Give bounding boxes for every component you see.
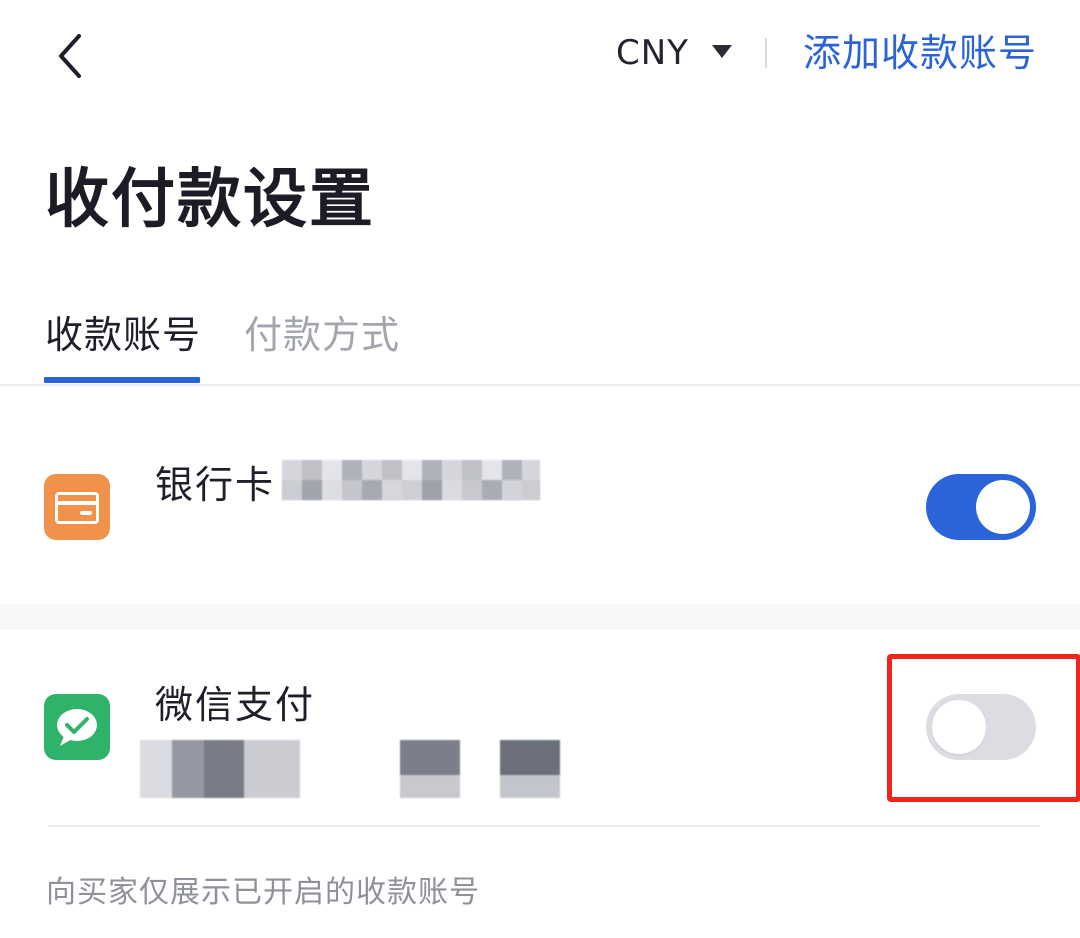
- chevron-left-icon: [59, 34, 81, 78]
- back-button[interactable]: [52, 30, 92, 82]
- bank-card-number-masked-shade: [282, 480, 540, 500]
- wechat-account-masked: [500, 740, 560, 798]
- bank-card-icon: [44, 474, 110, 540]
- wechat-pay-label: 微信支付: [155, 683, 316, 727]
- active-tab-indicator: [44, 377, 200, 383]
- highlight-box: [887, 654, 1080, 802]
- footer-note: 向买家仅展示已开启的收款账号: [46, 875, 480, 910]
- wechat-account-masked: [400, 740, 460, 798]
- add-account-button[interactable]: 添加收款账号: [803, 26, 1037, 80]
- currency-selector[interactable]: CNY: [616, 30, 689, 76]
- header-separator: [765, 38, 767, 68]
- section-divider: [0, 604, 1080, 630]
- tabs-divider: [0, 384, 1080, 386]
- bank-card-label: 银行卡: [155, 463, 276, 507]
- toggle-knob: [976, 480, 1030, 534]
- bank-card-toggle[interactable]: [926, 474, 1036, 540]
- wechat-pay-icon: [44, 694, 110, 760]
- tab-receiving-accounts[interactable]: 收款账号: [45, 308, 201, 362]
- tab-payment-methods[interactable]: 付款方式: [244, 308, 400, 362]
- wechat-account-masked: [140, 740, 300, 798]
- caret-down-icon[interactable]: [712, 45, 732, 58]
- row-divider: [48, 825, 1040, 827]
- page-title: 收付款设置: [45, 163, 375, 237]
